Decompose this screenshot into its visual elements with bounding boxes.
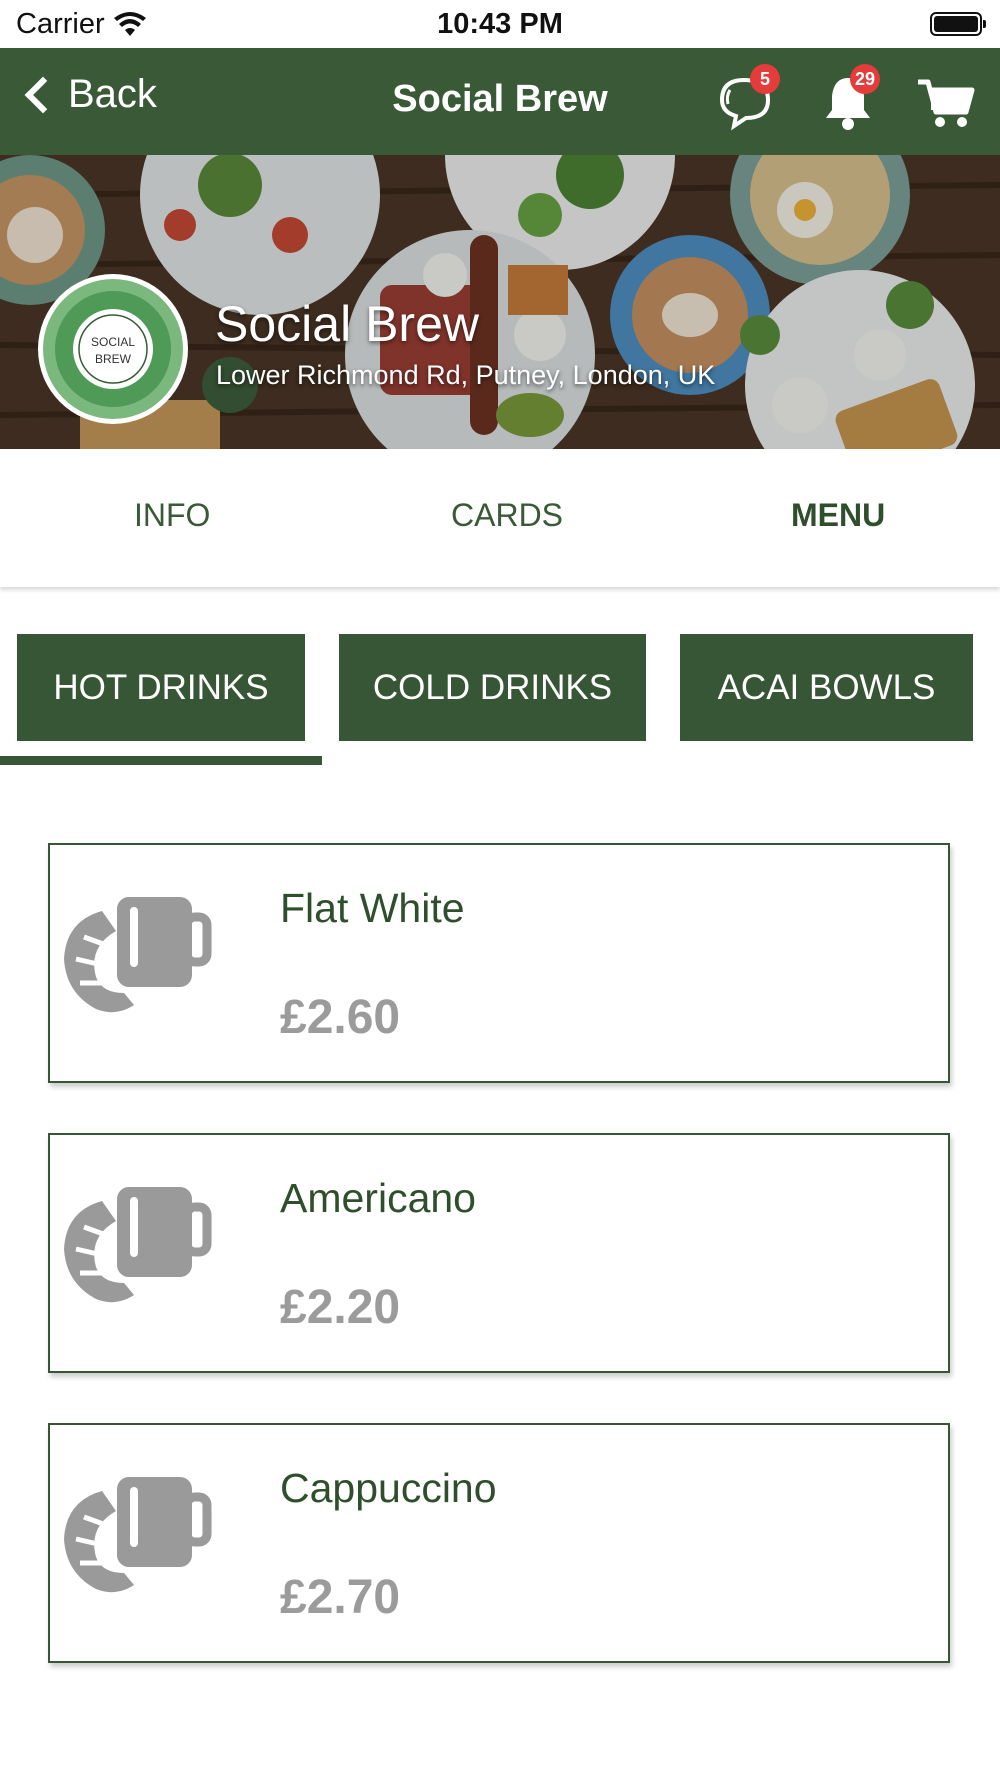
- menu-item-name: Americano: [280, 1175, 476, 1221]
- menu-item-name: Flat White: [280, 885, 465, 931]
- notification-badge: 29: [850, 64, 880, 94]
- category-hot-drinks[interactable]: HOT DRINKS: [17, 634, 305, 741]
- tab-menu[interactable]: MENU: [791, 497, 885, 534]
- coffee-croissant-icon: [62, 1477, 212, 1602]
- category-cold-drinks[interactable]: COLD DRINKS: [339, 634, 646, 741]
- category-acai-bowls[interactable]: ACAI BOWLS: [680, 634, 973, 741]
- menu-item-price: £2.70: [280, 1571, 401, 1624]
- menu-item-card[interactable]: Cappuccino £2.70: [48, 1423, 950, 1663]
- tab-info[interactable]: INFO: [134, 497, 210, 534]
- venue-address: Lower Richmond Rd, Putney, London, UK: [216, 360, 716, 390]
- tab-bar: INFO CARDS MENU: [0, 449, 1000, 587]
- menu-item-name: Cappuccino: [280, 1465, 497, 1511]
- venue-hero: SOCIAL BREW Social Brew Lower Richmond R…: [0, 155, 1000, 449]
- status-time: 10:43 PM: [437, 8, 563, 40]
- status-bar: Carrier 10:43 PM: [0, 0, 1000, 48]
- chat-button[interactable]: 5: [714, 64, 780, 134]
- coffee-croissant-icon: [62, 1187, 212, 1312]
- logo-text-line1: SOCIAL: [91, 335, 135, 349]
- cart-icon: [918, 79, 975, 127]
- chat-badge: 5: [750, 64, 780, 94]
- category-selected-indicator: [0, 756, 322, 765]
- menu-item-card[interactable]: Americano £2.20: [48, 1133, 950, 1373]
- venue-logo: SOCIAL BREW: [37, 273, 189, 430]
- menu-item-price: £2.20: [280, 1281, 401, 1334]
- venue-name: Social Brew: [215, 296, 479, 352]
- battery-icon: [930, 12, 986, 36]
- cart-button[interactable]: [914, 70, 978, 134]
- tab-cards[interactable]: CARDS: [451, 497, 563, 534]
- nav-bar: Back Social Brew 5 29: [0, 48, 1000, 155]
- menu-item-price: £2.60: [280, 991, 401, 1044]
- menu-item-card[interactable]: Flat White £2.60: [48, 843, 950, 1083]
- notifications-button[interactable]: 29: [816, 64, 880, 134]
- logo-text-line2: BREW: [95, 352, 132, 366]
- coffee-croissant-icon: [62, 897, 212, 1022]
